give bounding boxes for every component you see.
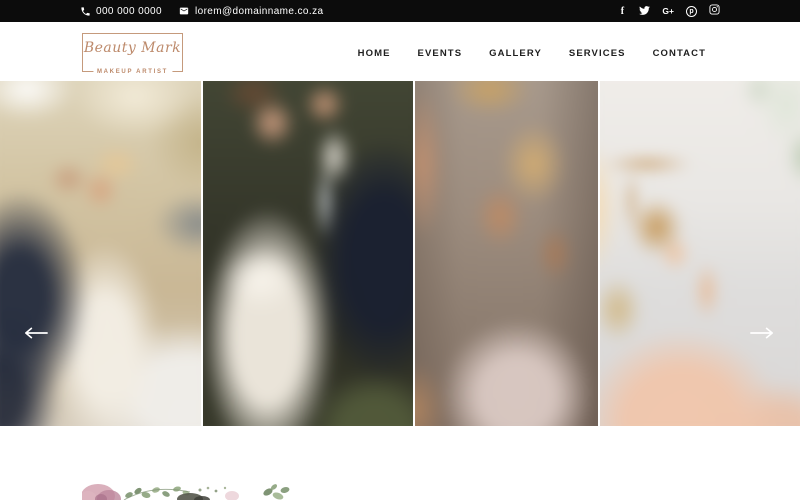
envelope-icon: [178, 6, 190, 16]
slide-portrait-photo: [415, 81, 598, 426]
email-address: lorem@domainname.co.za: [194, 5, 324, 17]
phone-icon: [80, 6, 91, 17]
brand-name: Beauty Mark: [83, 40, 182, 56]
contact-info: 000 000 0000 lorem@domainname.co.za: [80, 6, 323, 17]
instagram-icon: [709, 2, 720, 20]
facebook-link[interactable]: f: [617, 5, 627, 17]
topbar: 000 000 0000 lorem@domainname.co.za f G+: [0, 0, 800, 22]
facebook-icon: f: [620, 5, 625, 17]
social-links: f G+ p: [617, 2, 720, 20]
pinterest-link[interactable]: p: [686, 5, 697, 17]
phone-link[interactable]: 000 000 0000: [80, 6, 162, 17]
right-arrow-icon: [750, 326, 774, 340]
slider-next-arrow[interactable]: [748, 324, 776, 342]
pinterest-icon: p: [686, 5, 697, 17]
twitter-icon: [639, 2, 651, 20]
phone-number: 000 000 0000: [96, 5, 162, 17]
floral-decoration: [82, 482, 290, 500]
nav-item-contact[interactable]: CONTACT: [653, 48, 706, 59]
nav-item-gallery[interactable]: GALLERY: [489, 48, 542, 59]
google-plus-icon: G+: [662, 6, 674, 16]
slide-gown-studio-photo: [600, 81, 800, 426]
slider-prev-arrow[interactable]: [22, 324, 50, 342]
twitter-link[interactable]: [639, 2, 651, 20]
email-link[interactable]: lorem@domainname.co.za: [178, 6, 323, 17]
instagram-link[interactable]: [709, 2, 720, 20]
left-arrow-icon: [24, 326, 48, 340]
logo[interactable]: Beauty Mark MAKEUP ARTIST: [82, 33, 183, 75]
brand-tagline: MAKEUP ARTIST: [92, 69, 173, 75]
main-header: Beauty Mark MAKEUP ARTIST HOME EVENTS GA…: [0, 22, 800, 81]
photo-slider: [0, 81, 800, 426]
nav-item-events[interactable]: EVENTS: [418, 48, 463, 59]
next-section-top: [0, 426, 800, 500]
nav-item-services[interactable]: SERVICES: [569, 48, 626, 59]
slide-bride-groom-photo: [203, 81, 413, 426]
nav-item-home[interactable]: HOME: [358, 48, 391, 59]
slide-couple-car-photo: [0, 81, 201, 426]
google-plus-link[interactable]: G+: [662, 5, 674, 17]
